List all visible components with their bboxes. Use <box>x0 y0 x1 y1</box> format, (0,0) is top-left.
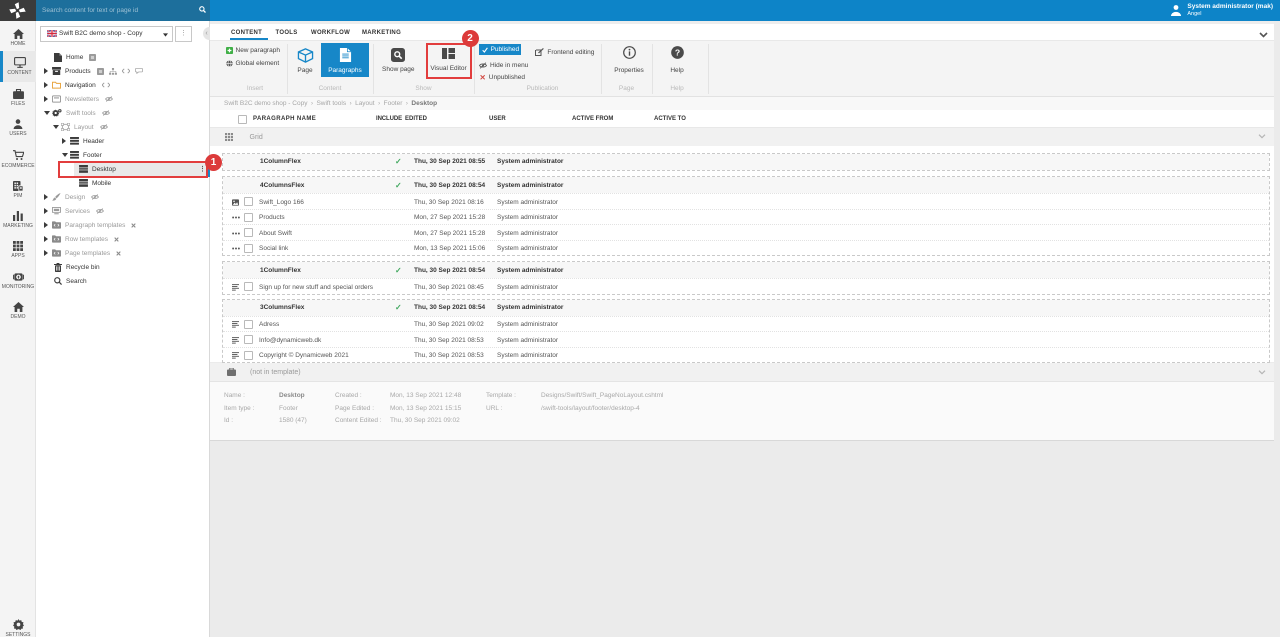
svg-text:?: ? <box>674 47 679 57</box>
